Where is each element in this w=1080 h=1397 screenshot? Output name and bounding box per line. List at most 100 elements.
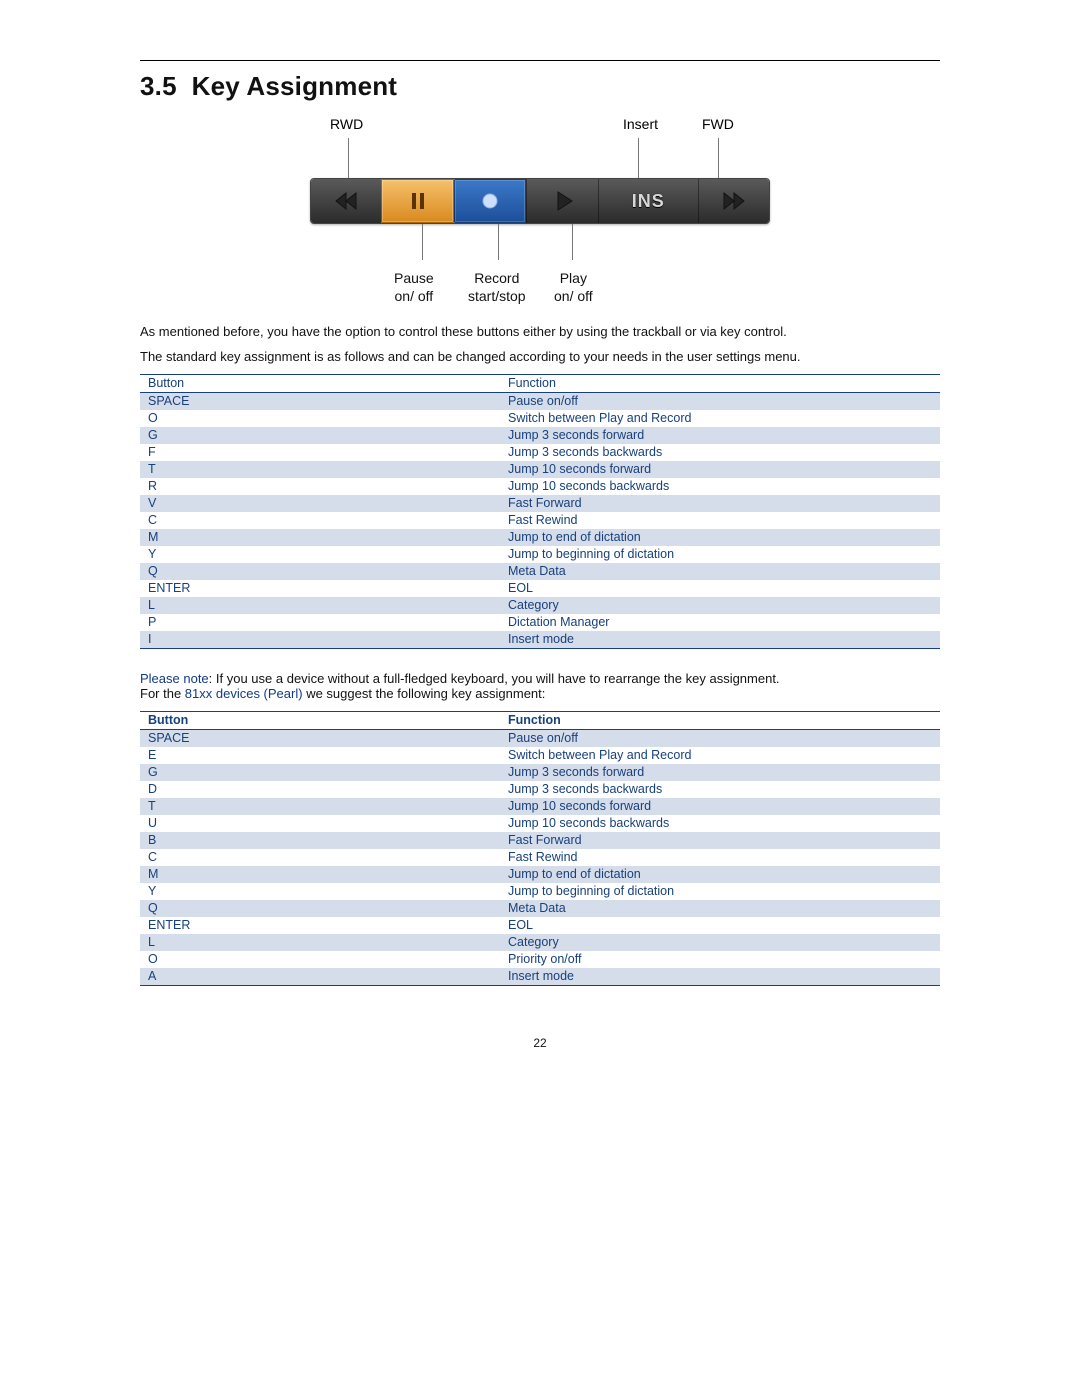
table-cell: A	[140, 968, 500, 986]
table-row: TJump 10 seconds forward	[140, 798, 940, 815]
table-cell: G	[140, 427, 500, 444]
note-prefix: Please note	[140, 671, 209, 686]
table-cell: P	[140, 614, 500, 631]
table-cell: Jump 10 seconds backwards	[500, 815, 940, 832]
table-row: SPACEPause on/off	[140, 393, 940, 411]
label-record: Recordstart/stop	[468, 270, 526, 305]
table-cell: ENTER	[140, 580, 500, 597]
table-cell: O	[140, 951, 500, 968]
key-table-pearl-body: SPACEPause on/offESwitch between Play an…	[140, 730, 940, 986]
table-row: FJump 3 seconds backwards	[140, 444, 940, 461]
record-icon	[476, 187, 504, 215]
table-cell: T	[140, 461, 500, 478]
figure-bottom-labels: Pauseon/ off Recordstart/stop Playon/ of…	[310, 270, 770, 306]
table-cell: Switch between Play and Record	[500, 747, 940, 764]
note2-device: 81xx devices (Pearl)	[185, 686, 303, 701]
note-para: Please note: If you use a device without…	[140, 671, 940, 701]
table-row: GJump 3 seconds forward	[140, 427, 940, 444]
toolbar-strip: INS	[310, 178, 770, 224]
th-function: Function	[500, 712, 940, 730]
table-cell: Category	[500, 934, 940, 951]
table-cell: V	[140, 495, 500, 512]
table-cell: T	[140, 798, 500, 815]
table-cell: Dictation Manager	[500, 614, 940, 631]
table-cell: Y	[140, 883, 500, 900]
table-cell: R	[140, 478, 500, 495]
table-row: IInsert mode	[140, 631, 940, 649]
table-row: MJump to end of dictation	[140, 529, 940, 546]
table-cell: L	[140, 597, 500, 614]
figure-top-leaders	[310, 138, 770, 178]
th-button: Button	[140, 712, 500, 730]
fast-forward-icon	[720, 187, 748, 215]
table-cell: Fast Rewind	[500, 849, 940, 866]
pause-button[interactable]	[381, 179, 453, 223]
section-title-text: Key Assignment	[192, 71, 398, 101]
record-button[interactable]	[454, 179, 526, 223]
table-row: YJump to beginning of dictation	[140, 546, 940, 563]
table-row: DJump 3 seconds backwards	[140, 781, 940, 798]
intro-para-1: As mentioned before, you have the option…	[140, 324, 940, 339]
fwd-button[interactable]	[698, 179, 769, 223]
table-cell: Category	[500, 597, 940, 614]
table-cell: SPACE	[140, 730, 500, 748]
table-row: ESwitch between Play and Record	[140, 747, 940, 764]
figure-top-labels: RWD Insert FWD	[310, 116, 770, 138]
table-cell: I	[140, 631, 500, 649]
key-table-standard-body: SPACEPause on/offOSwitch between Play an…	[140, 393, 940, 649]
table-cell: D	[140, 781, 500, 798]
table-row: OSwitch between Play and Record	[140, 410, 940, 427]
table-cell: Q	[140, 563, 500, 580]
table-row: YJump to beginning of dictation	[140, 883, 940, 900]
table-row: UJump 10 seconds backwards	[140, 815, 940, 832]
note-rest: : If you use a device without a full-fle…	[209, 671, 780, 686]
table-cell: B	[140, 832, 500, 849]
table-cell: Pause on/off	[500, 730, 940, 748]
table-cell: Y	[140, 546, 500, 563]
table-cell: Switch between Play and Record	[500, 410, 940, 427]
table-cell: Priority on/off	[500, 951, 940, 968]
table-row: MJump to end of dictation	[140, 866, 940, 883]
label-insert: Insert	[623, 116, 658, 132]
table-row: BFast Forward	[140, 832, 940, 849]
table-cell: L	[140, 934, 500, 951]
table-row: ENTEREOL	[140, 580, 940, 597]
label-fwd: FWD	[702, 116, 734, 132]
table-cell: C	[140, 849, 500, 866]
table-cell: Jump 10 seconds forward	[500, 798, 940, 815]
play-button[interactable]	[526, 179, 597, 223]
table-cell: E	[140, 747, 500, 764]
table-cell: U	[140, 815, 500, 832]
table-cell: Insert mode	[500, 631, 940, 649]
table-cell: EOL	[500, 580, 940, 597]
label-pause: Pauseon/ off	[394, 270, 434, 305]
note2-post: we suggest the following key assignment:	[303, 686, 546, 701]
table-cell: Jump 10 seconds backwards	[500, 478, 940, 495]
table-cell: SPACE	[140, 393, 500, 411]
table-cell: M	[140, 866, 500, 883]
label-play: Playon/ off	[554, 270, 593, 305]
table-cell: Jump to end of dictation	[500, 529, 940, 546]
th-function: Function	[500, 375, 940, 393]
table-row: LCategory	[140, 934, 940, 951]
table-row: CFast Rewind	[140, 512, 940, 529]
table-cell: Jump to beginning of dictation	[500, 883, 940, 900]
table-cell: F	[140, 444, 500, 461]
figure-bottom-leaders	[310, 224, 770, 264]
th-button: Button	[140, 375, 500, 393]
table-cell: Jump 3 seconds forward	[500, 427, 940, 444]
table-cell: Jump 3 seconds backwards	[500, 781, 940, 798]
pause-icon	[404, 187, 432, 215]
note2-pre: For the	[140, 686, 185, 701]
table-cell: Insert mode	[500, 968, 940, 986]
page-number: 22	[140, 1036, 940, 1050]
table-row: PDictation Manager	[140, 614, 940, 631]
rwd-button[interactable]	[311, 179, 381, 223]
table-cell: Fast Forward	[500, 832, 940, 849]
table-cell: Meta Data	[500, 563, 940, 580]
insert-button[interactable]: INS	[598, 179, 698, 223]
table-cell: Jump to end of dictation	[500, 866, 940, 883]
table-row: RJump 10 seconds backwards	[140, 478, 940, 495]
table-row: ENTEREOL	[140, 917, 940, 934]
intro-para-2: The standard key assignment is as follow…	[140, 349, 940, 364]
